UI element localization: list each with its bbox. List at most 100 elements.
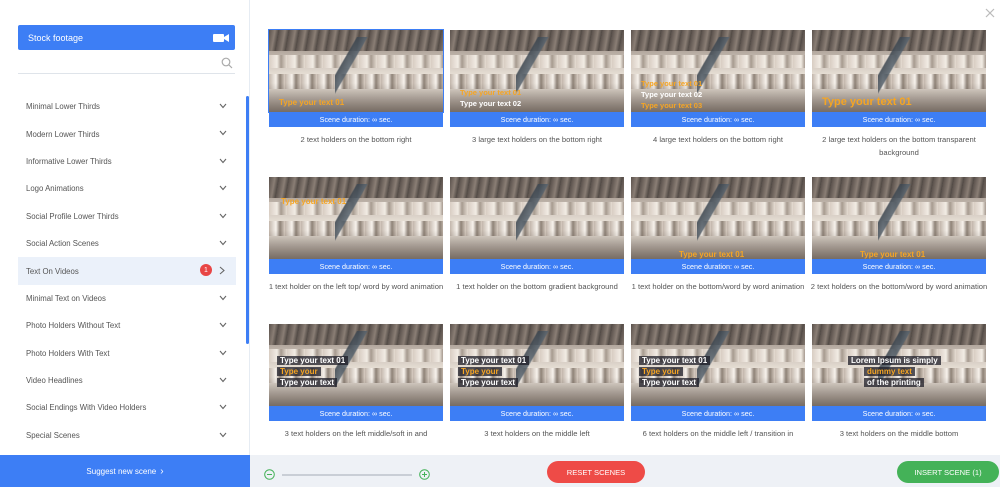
- sidebar-item[interactable]: Modern Lower Thirds: [18, 120, 236, 147]
- scene-duration: Scene duration: ∞ sec.: [269, 259, 443, 274]
- scene-duration: Scene duration: ∞ sec.: [269, 406, 443, 421]
- overlay-text: dummy text: [864, 367, 915, 376]
- sidebar-item-label: Special Scenes: [26, 430, 80, 440]
- overlay-text: Lorem Ipsum is simply: [848, 356, 941, 365]
- scene-duration: Scene duration: ∞ sec.: [812, 259, 986, 274]
- sidebar-item-label: Modern Lower Thirds: [26, 129, 100, 139]
- chevron-down-icon: [219, 240, 227, 246]
- chevron-down-icon: [219, 404, 227, 410]
- stock-footage-label: Stock footage: [28, 32, 84, 43]
- overlay-text: Type your text 02: [460, 99, 522, 108]
- scene-card[interactable]: Scene duration: ∞ sec. 1 text holder on t…: [450, 177, 624, 291]
- scene-card[interactable]: Lorem Ipsum is simply dummy text of the pr…: [812, 324, 986, 438]
- chevron-right-icon: [219, 266, 225, 275]
- sidebar-item[interactable]: Social Endings With Video Holders: [18, 394, 236, 421]
- scene-thumbnail[interactable]: Type your text 01: [269, 177, 443, 259]
- category-list: Minimal Lower Thirds Modern Lower Thirds I…: [18, 93, 236, 449]
- count-badge: 1: [200, 264, 212, 277]
- sidebar-item[interactable]: Video Headlines: [18, 367, 236, 394]
- overlay-text: Type your text 01: [281, 197, 347, 206]
- scene-duration: Scene duration: ∞ sec.: [631, 406, 805, 421]
- scene-caption: 6 text holders on the middle left / tran…: [642, 429, 794, 438]
- chevron-down-icon: [219, 322, 227, 328]
- sidebar-item[interactable]: Photo Holders Without Text: [18, 312, 236, 339]
- sidebar: Stock footage Minimal Lower Thirds Modern…: [0, 0, 250, 487]
- video-camera-icon: [213, 34, 229, 42]
- overlay-text: of the printing: [864, 378, 924, 387]
- scene-duration: Scene duration: ∞ sec.: [269, 112, 443, 127]
- overlay-text: Type your text 01: [860, 250, 926, 259]
- scene-grid: Type your text 01 Scene duration: ∞ sec. 2…: [250, 0, 1000, 455]
- overlay-text: Type your text 01: [458, 356, 530, 365]
- zoom-out-icon[interactable]: [264, 469, 275, 480]
- scene-card[interactable]: Type your text 01 Scene duration: ∞ sec. 2…: [268, 29, 444, 144]
- chevron-down-icon: [219, 350, 227, 355]
- scene-thumbnail[interactable]: Lorem Ipsum is simply dummy text of the pr…: [812, 324, 986, 406]
- sidebar-item-label: Minimal Lower Thirds: [26, 102, 100, 112]
- scene-thumbnail[interactable]: Type your text 01 Type your text 02: [450, 30, 624, 112]
- overlay-text: Type your text 03: [641, 101, 703, 110]
- sidebar-item[interactable]: Minimal Text on Videos: [18, 285, 236, 312]
- scene-card[interactable]: Type your text 01 Type your Type your text…: [450, 324, 624, 438]
- sidebar-item[interactable]: Minimal Lower Thirds: [18, 93, 236, 120]
- sidebar-item-label: Photo Holders With Text: [26, 348, 110, 358]
- sidebar-scrollbar[interactable]: [246, 96, 249, 344]
- search-input[interactable]: [18, 54, 235, 74]
- overlay-text: Type your: [639, 367, 683, 376]
- suggest-label: Suggest new scene: [86, 466, 157, 476]
- insert-scene-button[interactable]: INSERT SCENE (1): [897, 461, 999, 483]
- sidebar-item[interactable]: Text On Videos 1: [18, 257, 236, 285]
- sidebar-item-label: Text On Videos: [26, 266, 79, 276]
- scene-thumbnail[interactable]: [450, 177, 624, 259]
- scene-thumbnail[interactable]: Type your text 01 Type your Type your text: [450, 324, 624, 406]
- sidebar-item[interactable]: Photo Holders With Text: [18, 340, 236, 367]
- sidebar-item-label: Minimal Text on Videos: [26, 293, 106, 303]
- scene-card[interactable]: Type your text 01 Type your text 02 Scene …: [450, 30, 624, 144]
- scene-card[interactable]: Type your text 01 Type your Type your text…: [631, 324, 805, 438]
- sidebar-item[interactable]: Special Scenes: [18, 422, 236, 449]
- scene-caption: 3 text holders on the left middle/soft i…: [284, 429, 428, 438]
- scene-thumbnail[interactable]: Type your text 01: [812, 177, 986, 259]
- scene-card[interactable]: Type your text 01 Scene duration: ∞ sec. 2…: [811, 177, 987, 291]
- overlay-text: Type your text 01: [639, 356, 711, 365]
- zoom-in-icon[interactable]: [419, 469, 430, 480]
- scene-caption: 3 text holders on the middle bottom: [839, 429, 959, 438]
- scene-duration: Scene duration: ∞ sec.: [812, 406, 986, 421]
- sidebar-item[interactable]: Social Action Scenes: [18, 230, 236, 257]
- scene-thumbnail[interactable]: Type your text 01 Type your Type your text: [269, 324, 443, 406]
- sidebar-item[interactable]: Informative Lower Thirds: [18, 148, 236, 175]
- scene-caption: 4 large text holders on the bottom right: [652, 135, 783, 144]
- scene-thumbnail[interactable]: Type your text 01: [631, 177, 805, 259]
- chevron-down-icon: [219, 377, 227, 383]
- overlay-text: Type your: [458, 367, 502, 376]
- overlay-text: Type your text 01: [822, 96, 912, 108]
- chevron-down-icon: [219, 131, 227, 136]
- search-icon[interactable]: [221, 57, 233, 69]
- overlay-text: Type your text: [639, 378, 700, 387]
- reset-label: RESET SCENES: [566, 467, 626, 477]
- scene-thumbnail[interactable]: Type your text 01: [268, 29, 444, 113]
- scene-caption: 2 text holders on the bottom/word by wor…: [810, 282, 988, 291]
- scene-duration: Scene duration: ∞ sec.: [631, 259, 805, 274]
- sidebar-item[interactable]: Logo Animations: [18, 175, 236, 202]
- scene-card[interactable]: Type your text 01 Type your text 02 Type y…: [631, 30, 805, 144]
- zoom-slider[interactable]: [282, 474, 412, 476]
- chevron-down-icon: [219, 185, 227, 191]
- suggest-new-scene-button[interactable]: Suggest new scene ›: [0, 455, 250, 487]
- scene-thumbnail[interactable]: Type your text 01 Type your text 02 Type y…: [631, 30, 805, 112]
- chevron-right-icon: ›: [160, 465, 164, 477]
- scene-thumbnail[interactable]: Type your text 01: [812, 30, 986, 112]
- overlay-text: Type your text 02: [641, 90, 703, 99]
- close-icon[interactable]: [985, 8, 995, 18]
- scene-duration: Scene duration: ∞ sec.: [812, 112, 986, 127]
- stock-footage-button[interactable]: Stock footage: [18, 25, 235, 50]
- scene-thumbnail[interactable]: Type your text 01 Type your Type your text: [631, 324, 805, 406]
- scene-card[interactable]: Type your text 01 Scene duration: ∞ sec. 1…: [631, 177, 805, 291]
- scene-card[interactable]: Type your text 01 Type your Type your text…: [269, 324, 443, 438]
- reset-scenes-button[interactable]: RESET SCENES: [547, 461, 645, 483]
- scene-card[interactable]: Type your text 01 Scene duration: ∞ sec. 1…: [269, 177, 443, 291]
- scene-card[interactable]: Type your text 01 Scene duration: ∞ sec. 2…: [812, 30, 986, 157]
- chevron-down-icon: [219, 295, 227, 301]
- sidebar-item[interactable]: Social Profile Lower Thirds: [18, 203, 236, 230]
- sidebar-item-label: Social Profile Lower Thirds: [26, 211, 119, 221]
